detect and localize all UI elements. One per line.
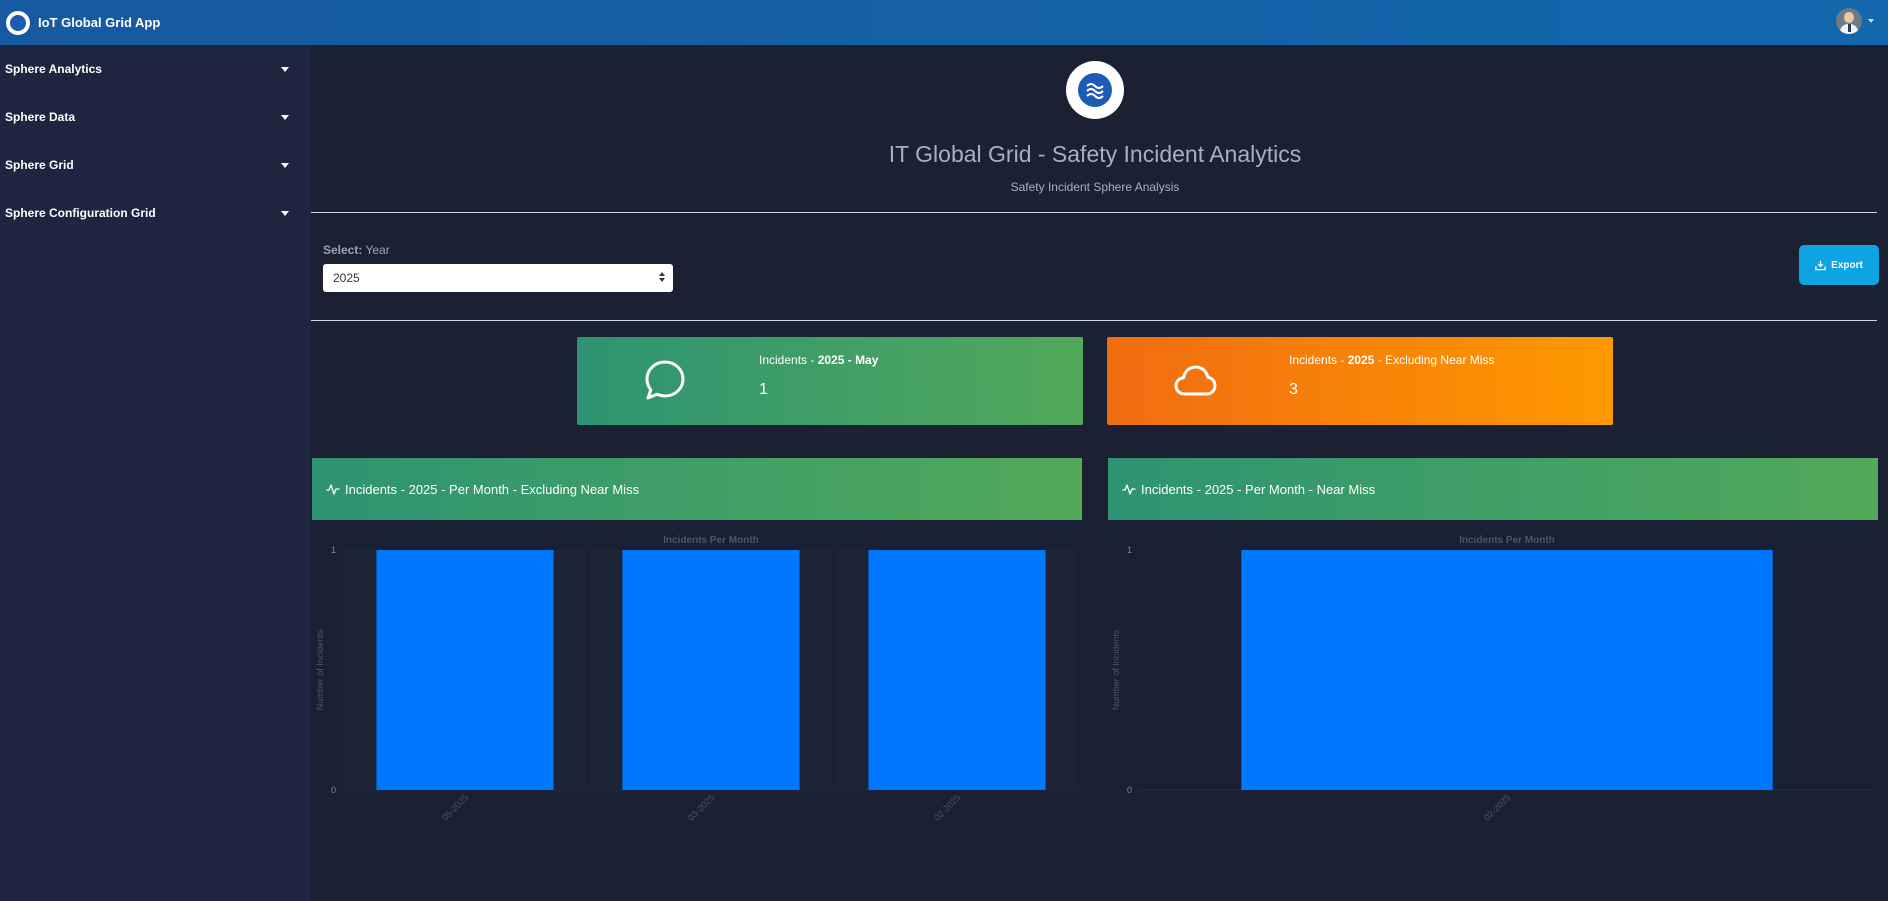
brand[interactable]: IoT Global Grid App	[6, 10, 161, 35]
bar	[868, 550, 1046, 790]
avatar[interactable]	[1836, 8, 1862, 34]
y-tick-label: 0	[1127, 785, 1132, 795]
main-content: IT Global Grid - Safety Incident Analyti…	[311, 45, 1888, 901]
app-logo-icon	[6, 10, 30, 35]
bar	[1241, 550, 1773, 790]
year-select-value: 2025	[333, 271, 360, 285]
speech-bubble-icon	[645, 360, 685, 400]
chart-panel-excluding-near-miss: Incidents - 2025 - Per Month - Excluding…	[312, 458, 1082, 901]
user-menu[interactable]	[1836, 8, 1874, 34]
sidebar-item-sphere-data[interactable]: Sphere Data	[0, 93, 311, 141]
kpi-title: Incidents - 2025 - May	[759, 353, 879, 367]
bar-chart: Incidents Per Month Number of Incidents 0 1…	[1111, 535, 1876, 823]
sidebar-item-sphere-analytics[interactable]: Sphere Analytics	[0, 45, 311, 93]
year-select-label: Select: Year	[323, 243, 390, 257]
caret-down-icon	[281, 210, 289, 216]
sidebar-item-label: Sphere Analytics	[5, 62, 102, 76]
select-arrows-icon	[659, 272, 665, 284]
top-bar: IoT Global Grid App	[0, 0, 1888, 45]
bar	[622, 550, 800, 790]
select-label-text: Year	[365, 243, 390, 257]
x-tick-label: 05-2025	[440, 792, 470, 822]
y-axis-label: Number of Incidents	[315, 629, 325, 710]
kpi-card-year: Incidents - 2025 - Excluding Near Miss 3	[1107, 337, 1613, 425]
download-icon	[1815, 260, 1826, 270]
chart-panel-near-miss: Incidents - 2025 - Per Month - Near Miss…	[1108, 458, 1878, 901]
panel-header: Incidents - 2025 - Per Month - Excluding…	[312, 458, 1082, 520]
y-tick-label: 1	[1127, 545, 1132, 555]
divider	[311, 320, 1877, 321]
sidebar-item-label: Sphere Grid	[5, 158, 74, 172]
export-label: Export	[1831, 259, 1863, 271]
x-tick-label: 03-2025	[686, 792, 716, 822]
chart-title: Incidents Per Month	[1459, 535, 1555, 546]
kpi-value: 1	[759, 381, 768, 398]
export-button[interactable]: Export	[1799, 245, 1879, 285]
y-tick-label: 1	[331, 545, 336, 555]
sidebar-item-sphere-grid[interactable]: Sphere Grid	[0, 141, 311, 189]
year-select[interactable]: 2025	[323, 264, 673, 292]
divider	[311, 212, 1877, 213]
sidebar-item-label: Sphere Configuration Grid	[5, 206, 156, 220]
x-tick-label: 02-2025	[932, 792, 962, 822]
y-tick-label: 0	[331, 785, 336, 795]
bar	[376, 550, 554, 790]
sidebar-item-sphere-configuration-grid[interactable]: Sphere Configuration Grid	[0, 189, 311, 237]
bar-chart: Incidents Per Month Number of Incidents 0 1…	[315, 535, 1080, 823]
panel-title: Incidents - 2025 - Per Month - Near Miss	[1141, 481, 1376, 497]
cloud-icon	[1174, 365, 1217, 396]
kpi-title: Incidents - 2025 - Excluding Near Miss	[1289, 353, 1495, 367]
panel-header: Incidents - 2025 - Per Month - Near Miss	[1108, 458, 1878, 520]
y-axis-label: Number of Incidents	[1111, 629, 1121, 710]
activity-icon	[1122, 484, 1136, 495]
sphere-logo-icon	[1066, 61, 1124, 119]
app-title: IoT Global Grid App	[38, 15, 161, 30]
activity-icon	[326, 484, 340, 495]
caret-down-icon	[281, 162, 289, 168]
chart-title: Incidents Per Month	[663, 535, 759, 546]
caret-down-icon	[281, 66, 289, 72]
kpi-value: 3	[1289, 381, 1298, 398]
sidebar: Sphere Analytics Sphere Data Sphere Grid…	[0, 45, 311, 901]
page-subtitle: Safety Incident Sphere Analysis	[1010, 180, 1180, 194]
panel-title: Incidents - 2025 - Per Month - Excluding…	[345, 481, 640, 497]
x-tick-label: 02-2025	[1482, 792, 1512, 822]
select-label-bold: Select:	[323, 243, 363, 257]
sidebar-item-label: Sphere Data	[5, 110, 76, 124]
kpi-card-month: Incidents - 2025 - May 1	[577, 337, 1083, 425]
page-title: IT Global Grid - Safety Incident Analyti…	[888, 141, 1302, 167]
caret-down-icon	[281, 114, 289, 120]
chevron-down-icon[interactable]	[1868, 19, 1874, 23]
